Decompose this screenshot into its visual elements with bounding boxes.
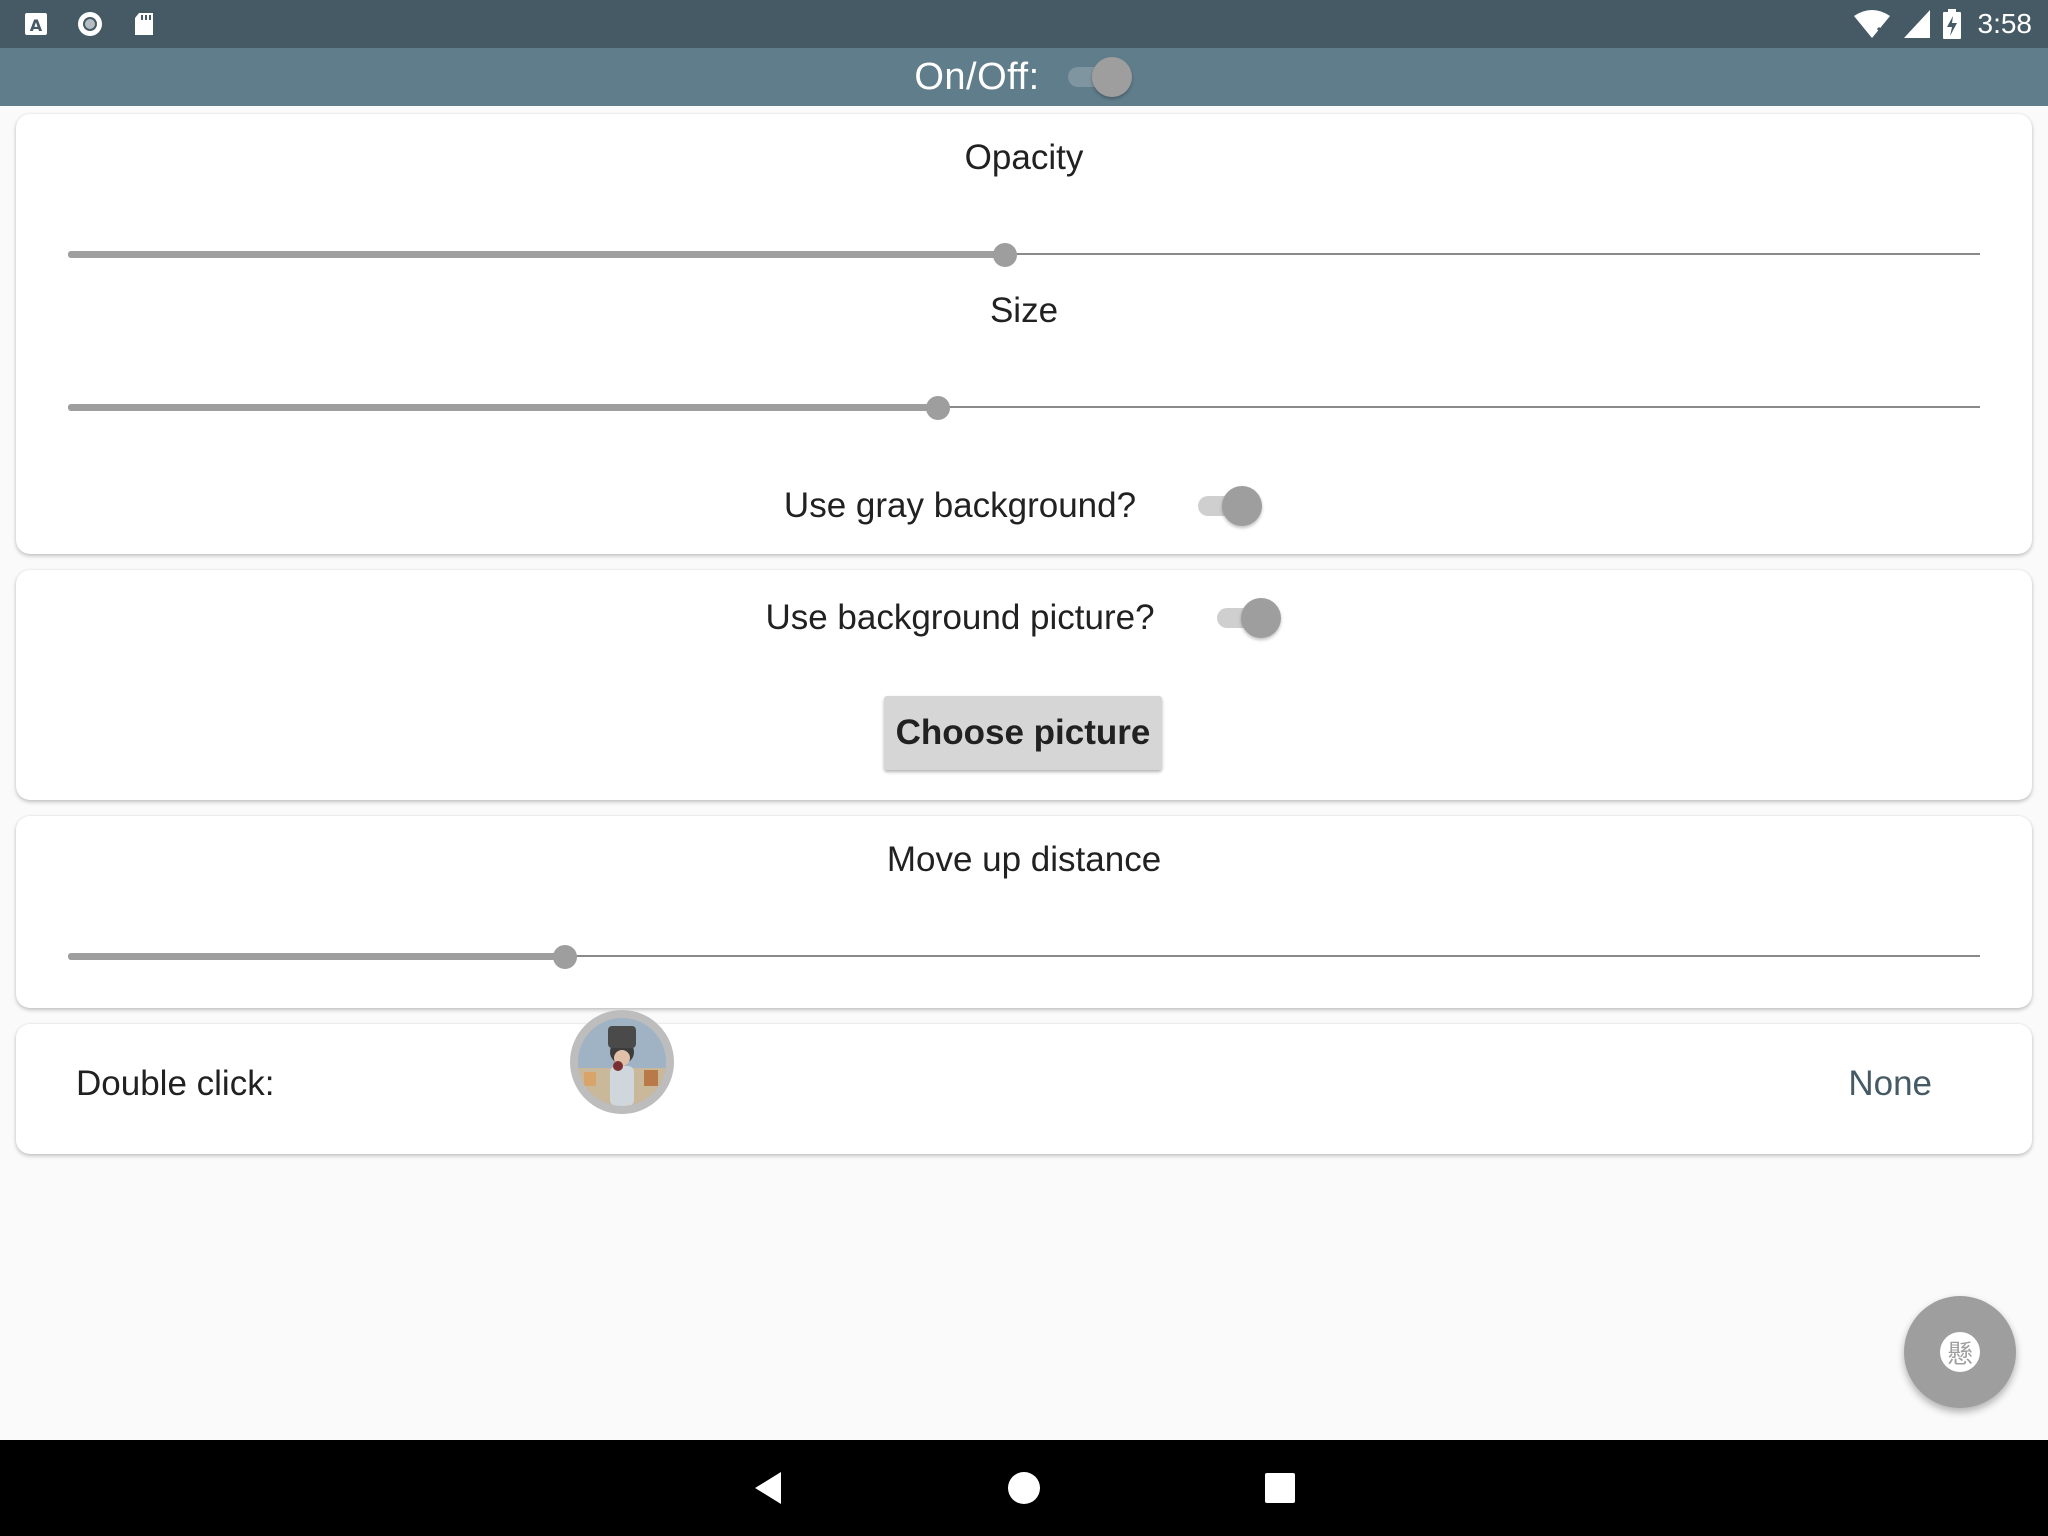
background-picture-row: Use background picture? (16, 596, 2032, 640)
move-up-slider[interactable] (68, 941, 1980, 971)
notification-icons: A (22, 10, 158, 38)
system-indicators: 3:58 (1852, 6, 2033, 42)
floating-window-icon: 懸 (1940, 1332, 1980, 1372)
gray-background-row: Use gray background? (16, 484, 2032, 528)
double-click-value[interactable]: None (1848, 1064, 1932, 1104)
background-picture-switch[interactable] (1211, 596, 1283, 640)
size-slider[interactable] (68, 392, 1980, 422)
avatar-photo (578, 1018, 666, 1106)
battery-charging-icon (1942, 9, 1961, 39)
slider-fill (68, 953, 566, 960)
clock: 3:58 (1977, 8, 2033, 39)
gray-background-switch[interactable] (1192, 484, 1264, 528)
on-off-label: On/Off: (914, 55, 1040, 98)
background-picture-card: Use background picture? Choose picture (16, 570, 2032, 800)
switch-thumb (1091, 57, 1132, 97)
sd-card-icon (135, 13, 153, 35)
size-label: Size (989, 291, 1059, 330)
floating-window-button[interactable]: 懸 (1904, 1296, 2016, 1408)
double-click-label: Double click: (76, 1064, 275, 1103)
signal-icon (1903, 10, 1930, 38)
move-up-label: Move up distance (886, 840, 1162, 879)
choose-picture-button[interactable]: Choose picture (884, 696, 1162, 770)
appearance-card: Opacity Size Use gray background? (16, 114, 2032, 554)
gray-background-label: Use gray background? (783, 486, 1137, 525)
move-up-card: Move up distance (16, 816, 2032, 1008)
switch-thumb (1240, 598, 1281, 638)
back-icon[interactable] (744, 1464, 792, 1512)
text-a-icon: A (25, 13, 47, 35)
double-click-card[interactable]: Double click: None (16, 1024, 2032, 1154)
floating-avatar-preview[interactable] (570, 1010, 674, 1114)
wifi-off-icon (1853, 10, 1890, 38)
svg-text:A: A (30, 16, 43, 35)
slider-thumb[interactable] (992, 243, 1017, 267)
navigation-bar (0, 1440, 2048, 1536)
on-off-switch[interactable] (1062, 55, 1134, 99)
opacity-label: Opacity (964, 138, 1084, 177)
opacity-slider[interactable] (68, 239, 1980, 269)
record-icon (78, 12, 102, 36)
app-bar: On/Off: (0, 48, 2048, 106)
slider-thumb[interactable] (925, 396, 950, 420)
status-bar: A 3:58 (0, 0, 2048, 48)
background-picture-label: Use background picture? (765, 598, 1155, 637)
slider-thumb[interactable] (553, 945, 578, 969)
home-icon[interactable] (1000, 1464, 1048, 1512)
recents-icon[interactable] (1256, 1464, 1304, 1512)
switch-thumb (1222, 486, 1263, 526)
slider-fill (68, 404, 938, 411)
slider-fill (68, 251, 1005, 258)
